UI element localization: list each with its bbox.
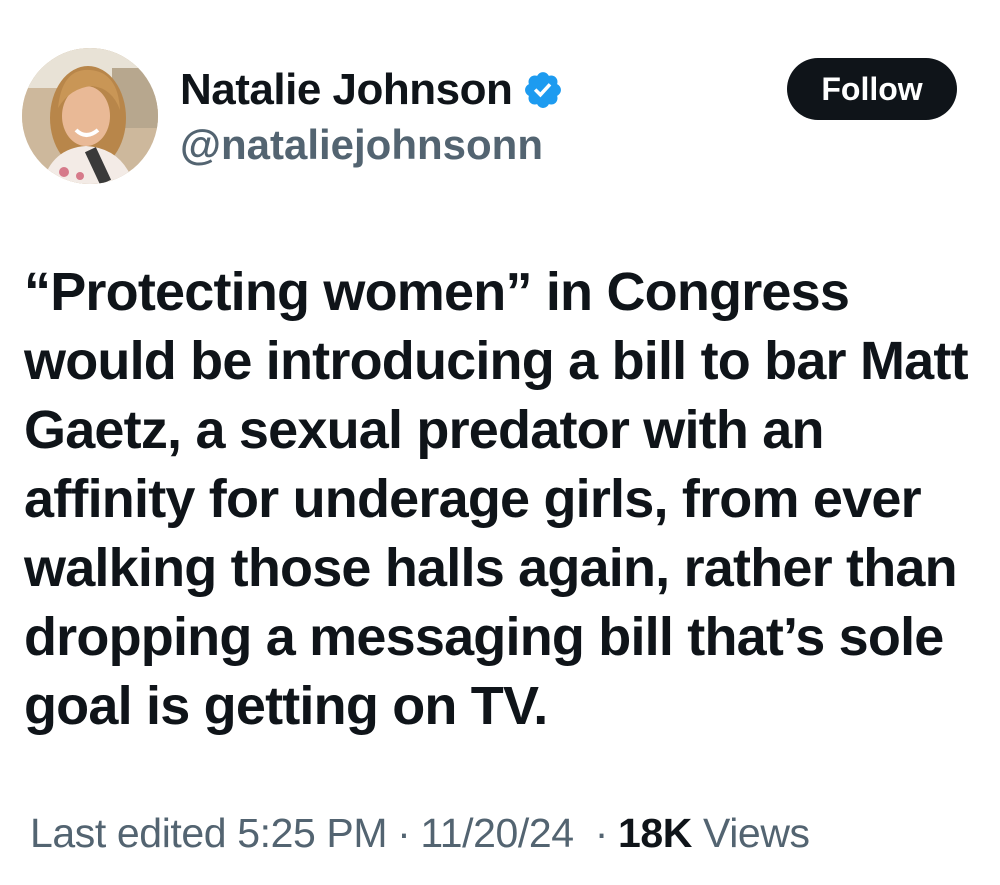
author-handle[interactable]: @nataliejohnsonn bbox=[180, 120, 543, 170]
edited-label[interactable]: Last edited bbox=[30, 810, 227, 856]
tweet-metadata: Last edited 5:25 PM · 11/20/24 · 18K Views bbox=[30, 808, 810, 858]
tweet-text-line: goal is getting on TV. bbox=[24, 676, 548, 736]
views-label[interactable]: Views bbox=[703, 810, 810, 856]
tweet-text: “Protecting women” in Congress would be … bbox=[24, 258, 984, 741]
tweet-header: Natalie Johnson @nataliejohnsonn Follow bbox=[0, 0, 1000, 200]
display-name[interactable]: Natalie Johnson bbox=[180, 64, 513, 116]
tweet-text-line: dropping a messaging bill that’s sole bbox=[24, 607, 944, 667]
tweet-text-line: would be introducing a bill to bar Matt bbox=[24, 331, 969, 391]
tweet-text-line: Gaetz, a sexual predator with an bbox=[24, 400, 824, 460]
avatar[interactable] bbox=[22, 48, 158, 184]
tweet-text-line: affinity for underage girls, from ever bbox=[24, 469, 922, 529]
tweet-date[interactable]: 11/20/24 bbox=[420, 810, 574, 856]
meta-separator: · bbox=[397, 810, 411, 856]
author-name-row: Natalie Johnson bbox=[180, 64, 564, 116]
avatar-photo bbox=[22, 48, 158, 184]
views-count[interactable]: 18K bbox=[618, 810, 692, 856]
follow-button[interactable]: Follow bbox=[787, 58, 957, 120]
tweet-text-line: “Protecting women” in Congress bbox=[24, 262, 850, 322]
tweet-text-line: walking those halls again, rather than bbox=[24, 538, 958, 598]
verified-badge-icon bbox=[522, 69, 564, 111]
tweet-time[interactable]: 5:25 PM bbox=[237, 810, 387, 856]
meta-separator: · bbox=[594, 810, 609, 856]
